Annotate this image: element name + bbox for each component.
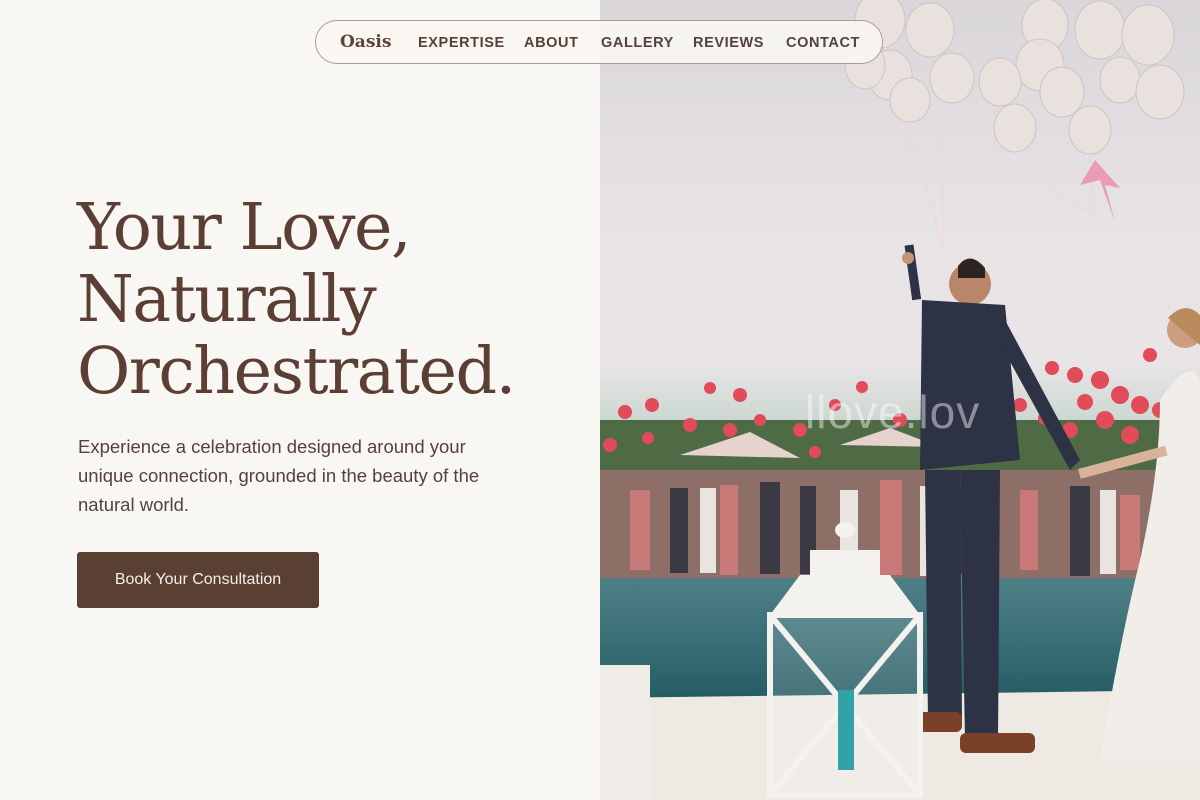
hero-title: Your Love, Naturally Orchestrated. <box>77 190 516 409</box>
hero-title-line-2: Naturally <box>77 262 377 337</box>
book-consultation-button[interactable]: Book Your Consultation <box>77 552 319 608</box>
logo[interactable]: Oasis <box>340 32 391 52</box>
nav-link-gallery[interactable]: GALLERY <box>601 35 674 51</box>
hero-subtitle: Experience a celebration designed around… <box>78 436 480 515</box>
top-navigation: Oasis EXPERTISE ABOUT GALLERY REVIEWS CO… <box>315 20 883 64</box>
hero-title-line-3: Orchestrated. <box>77 334 516 409</box>
hero-title-line-1: Your Love, <box>77 190 412 265</box>
watermark-text: llove.lov <box>805 386 981 438</box>
nav-link-expertise[interactable]: EXPERTISE <box>418 35 505 51</box>
nav-link-contact[interactable]: CONTACT <box>786 35 860 51</box>
nav-link-reviews[interactable]: REVIEWS <box>693 35 764 51</box>
nav-link-about[interactable]: ABOUT <box>524 35 579 51</box>
